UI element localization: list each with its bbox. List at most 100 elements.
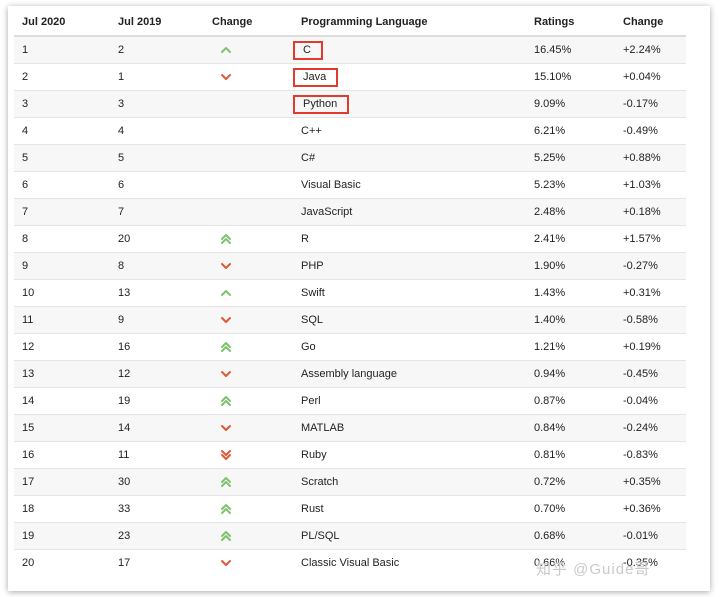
change-percent-cell: -0.01% (615, 522, 686, 550)
rank-cell: 15 (14, 414, 110, 442)
change-percent-cell: +0.88% (615, 144, 686, 172)
previous-rank-cell: 16 (110, 333, 204, 361)
chevron-down-icon (221, 263, 231, 269)
previous-rank-cell: 19 (110, 387, 204, 415)
change-percent-cell: -0.04% (615, 387, 686, 415)
rank-cell: 7 (14, 198, 110, 226)
header-change-arrow[interactable]: Change (204, 9, 293, 37)
highlight-box: C (293, 40, 323, 60)
table-row: 12 16 Go 1.21% +0.19% (14, 333, 686, 361)
table-row: 18 33 Rust 0.70% +0.36% (14, 495, 686, 523)
rank-cell: 4 (14, 117, 110, 145)
rating-cell: 2.41% (526, 225, 615, 253)
table-header-row: Jul 2020 Jul 2019 Change Programming Lan… (14, 9, 686, 37)
change-indicator-cell (204, 333, 293, 361)
previous-rank-cell: 6 (110, 171, 204, 199)
language-cell: Go (293, 333, 526, 361)
rating-cell: 0.70% (526, 495, 615, 523)
change-percent-cell: -0.27% (615, 252, 686, 280)
table-row: 15 14 MATLAB 0.84% -0.24% (14, 414, 686, 442)
header-programming-language[interactable]: Programming Language (293, 9, 526, 37)
rank-cell: 10 (14, 279, 110, 307)
rank-cell: 8 (14, 225, 110, 253)
rating-cell: 2.48% (526, 198, 615, 226)
previous-rank-cell: 5 (110, 144, 204, 172)
rank-cell: 13 (14, 360, 110, 388)
language-cell: Scratch (293, 468, 526, 496)
language-cell: Java (293, 63, 526, 91)
change-indicator-cell (204, 171, 293, 199)
rank-cell: 9 (14, 252, 110, 280)
previous-rank-cell: 30 (110, 468, 204, 496)
rank-cell: 6 (14, 171, 110, 199)
double-chevron-up-icon (221, 396, 231, 406)
language-cell: PL/SQL (293, 522, 526, 550)
change-indicator-cell (204, 549, 293, 576)
header-ratings[interactable]: Ratings (526, 9, 615, 37)
previous-rank-cell: 9 (110, 306, 204, 334)
previous-rank-cell: 14 (110, 414, 204, 442)
rank-cell: 1 (14, 35, 110, 64)
rating-cell: 0.68% (526, 522, 615, 550)
rank-cell: 11 (14, 306, 110, 334)
change-indicator-cell (204, 468, 293, 496)
change-indicator-cell (204, 441, 293, 469)
change-indicator-cell (204, 225, 293, 253)
language-cell: PHP (293, 252, 526, 280)
language-cell: MATLAB (293, 414, 526, 442)
language-cell: Perl (293, 387, 526, 415)
rating-cell: 1.21% (526, 333, 615, 361)
change-indicator-cell (204, 117, 293, 145)
change-percent-cell: +0.18% (615, 198, 686, 226)
table-row: 13 12 Assembly language 0.94% -0.45% (14, 360, 686, 388)
header-change-percent[interactable]: Change (615, 9, 686, 37)
change-percent-cell: -0.45% (615, 360, 686, 388)
rank-cell: 17 (14, 468, 110, 496)
double-chevron-up-icon (221, 531, 231, 541)
header-jul-2020[interactable]: Jul 2020 (14, 9, 110, 37)
language-cell: Swift (293, 279, 526, 307)
watermark: 知乎 @Guide哥 (536, 561, 651, 578)
table-row: 16 11 Ruby 0.81% -0.83% (14, 441, 686, 469)
previous-rank-cell: 8 (110, 252, 204, 280)
language-cell: C (293, 35, 526, 64)
rank-cell: 12 (14, 333, 110, 361)
change-indicator-cell (204, 63, 293, 91)
previous-rank-cell: 13 (110, 279, 204, 307)
previous-rank-cell: 20 (110, 225, 204, 253)
table-row: 5 5 C# 5.25% +0.88% (14, 144, 686, 172)
chevron-down-icon (221, 560, 231, 566)
change-percent-cell: -0.58% (615, 306, 686, 334)
table-row: 1 2 C 16.45% +2.24% (14, 35, 686, 64)
language-cell: Ruby (293, 441, 526, 469)
table-row: 10 13 Swift 1.43% +0.31% (14, 279, 686, 307)
previous-rank-cell: 1 (110, 63, 204, 91)
change-indicator-cell (204, 279, 293, 307)
previous-rank-cell: 3 (110, 90, 204, 118)
table-row: 14 19 Perl 0.87% -0.04% (14, 387, 686, 415)
language-cell: Classic Visual Basic (293, 549, 526, 576)
table-row: 17 30 Scratch 0.72% +0.35% (14, 468, 686, 496)
header-jul-2019[interactable]: Jul 2019 (110, 9, 204, 37)
rating-cell: 0.87% (526, 387, 615, 415)
table-row: 3 3 Python 9.09% -0.17% (14, 90, 686, 118)
change-percent-cell: -0.83% (615, 441, 686, 469)
previous-rank-cell: 17 (110, 549, 204, 576)
language-cell: C++ (293, 117, 526, 145)
chevron-down-icon (221, 74, 231, 80)
double-chevron-up-icon (221, 504, 231, 514)
change-indicator-cell (204, 252, 293, 280)
previous-rank-cell: 12 (110, 360, 204, 388)
change-percent-cell: -0.24% (615, 414, 686, 442)
language-ranking-table: Jul 2020 Jul 2019 Change Programming Lan… (14, 9, 686, 576)
double-chevron-down-icon (221, 450, 231, 460)
language-cell: R (293, 225, 526, 253)
change-indicator-cell (204, 35, 293, 64)
change-indicator-cell (204, 414, 293, 442)
rank-cell: 20 (14, 549, 110, 576)
previous-rank-cell: 7 (110, 198, 204, 226)
rating-cell: 9.09% (526, 90, 615, 118)
rating-cell: 0.81% (526, 441, 615, 469)
chevron-down-icon (221, 317, 231, 323)
rating-cell: 16.45% (526, 35, 615, 64)
